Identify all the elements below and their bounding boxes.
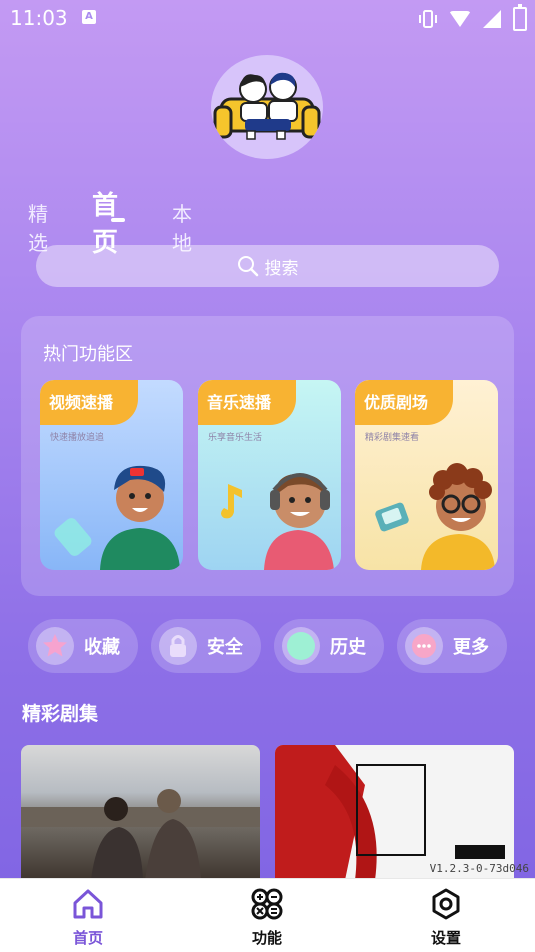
- search-bar[interactable]: 搜索: [36, 245, 499, 287]
- settings-icon: [432, 888, 460, 920]
- nav-functions[interactable]: 功能: [227, 887, 307, 948]
- poster-image: [21, 789, 260, 880]
- favorites-label: 收藏: [84, 637, 120, 658]
- status-icons: [419, 4, 527, 31]
- lock-icon: [159, 627, 197, 665]
- history-label: 历史: [330, 637, 366, 658]
- version-label: V1.2.3-0-73d046: [429, 862, 529, 875]
- signal-icon: [483, 10, 501, 28]
- favorites-button[interactable]: 收藏: [28, 619, 138, 673]
- home-icon: [73, 889, 103, 919]
- card-music-play[interactable]: 音乐速播 乐享音乐生活: [198, 380, 341, 570]
- hot-features-title: 热门功能区: [43, 344, 133, 365]
- status-bar: 11:03 A: [0, 0, 535, 36]
- card-tag: 音乐速播: [198, 380, 296, 425]
- security-button[interactable]: 安全: [151, 619, 261, 673]
- wifi-icon: [449, 11, 471, 27]
- search-placeholder: 搜索: [264, 258, 299, 279]
- hot-features-panel: 热门功能区 视频速播 快速播放追追 音乐速播 乐享音乐生活 优质剧场 精彩剧集速…: [21, 316, 514, 596]
- nav-home[interactable]: 首页: [48, 887, 128, 948]
- star-icon: [36, 627, 74, 665]
- drama-poster-1[interactable]: [21, 745, 260, 880]
- nav-functions-label: 功能: [251, 929, 282, 947]
- status-time: 11:03: [10, 6, 68, 30]
- function-icon: [251, 888, 283, 920]
- card-tag: 视频速播: [40, 380, 138, 425]
- drama-poster-2[interactable]: [275, 745, 514, 880]
- poster-image: [275, 745, 505, 880]
- card-quality-theater[interactable]: 优质剧场 精彩剧集速看: [355, 380, 498, 570]
- bottom-nav: 首页 功能 设置: [0, 878, 535, 952]
- nav-settings[interactable]: 设置: [406, 887, 486, 948]
- drama-section-title: 精彩剧集: [22, 703, 99, 725]
- card-video-play[interactable]: 视频速播 快速播放追追: [40, 380, 183, 570]
- card-subtitle: 快速播放追追: [50, 433, 105, 443]
- card-subtitle: 精彩剧集速看: [365, 433, 420, 443]
- history-button[interactable]: 历史: [274, 619, 384, 673]
- notification-icon: A: [82, 10, 96, 24]
- tab-indicator: [111, 218, 125, 222]
- nav-home-label: 首页: [72, 929, 103, 947]
- history-icon: [282, 627, 320, 665]
- search-icon: [237, 256, 258, 277]
- card-subtitle: 乐享音乐生活: [208, 433, 263, 443]
- more-button[interactable]: 更多: [397, 619, 507, 673]
- security-label: 安全: [207, 637, 243, 658]
- app-avatar[interactable]: [211, 55, 323, 159]
- card-tag: 优质剧场: [355, 380, 453, 425]
- more-icon: [405, 627, 443, 665]
- couple-sofa-icon: [213, 72, 321, 140]
- vibrate-icon: [419, 10, 437, 28]
- nav-settings-label: 设置: [430, 929, 461, 947]
- more-label: 更多: [453, 637, 489, 658]
- battery-icon: [513, 4, 527, 31]
